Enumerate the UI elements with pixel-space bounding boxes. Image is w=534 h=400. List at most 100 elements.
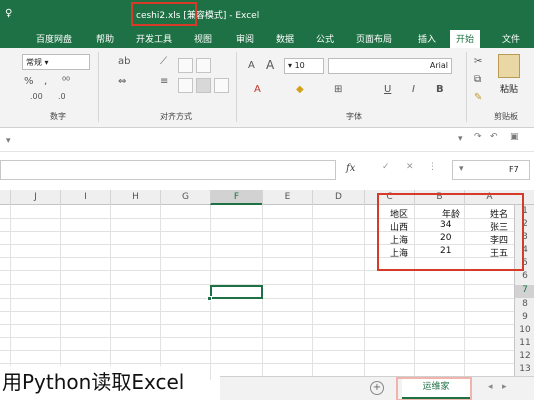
cut-icon[interactable]: ✂ [474,56,482,67]
title-bar: ♀ ceshi2.xls [兼容模式] - Excel [0,0,534,28]
font-name-select[interactable]: Arial [328,58,452,74]
confirm-icon[interactable]: ✓ [382,162,390,172]
group-label-font: 字体 [346,112,362,121]
row-header-6[interactable]: 6 [515,271,534,281]
underline-icon[interactable]: U [384,84,391,95]
paste-label[interactable]: 粘贴 [500,82,518,95]
percent-icon[interactable]: , [44,76,47,87]
tab-data[interactable]: 数据 [276,32,294,45]
cancel-icon[interactable]: ✕ [406,162,414,172]
sheet-tab-bar: + 运维家 ◂ ▸ [220,376,534,400]
font-name-value: Arial [429,61,448,70]
number-format-value: 常规 [26,58,42,67]
comma-style-icon[interactable]: ⁰⁰ [62,76,70,87]
name-box[interactable]: ▾ F7 [452,160,530,180]
group-label-alignment: 对齐方式 [160,112,192,121]
row-header-11[interactable]: 11 [515,338,534,348]
increase-font-icon[interactable]: A [266,58,274,72]
row-header-13[interactable]: 13 [515,364,534,374]
tab-home[interactable]: 开始 [450,30,481,48]
undo-icon[interactable]: ↶ [490,132,498,142]
save-icon[interactable]: ▣ [510,132,519,142]
row-header-8[interactable]: 8 [515,299,534,309]
name-box-dropdown-icon[interactable]: ▾ [459,164,464,174]
font-size-value: 10 [294,61,305,70]
formula-input[interactable] [0,160,336,180]
column-header-i[interactable]: I [60,190,110,205]
align-bottom-button[interactable] [178,78,193,93]
decrease-decimal-icon[interactable]: .0 [58,92,66,101]
customize-icon[interactable]: ▾ [458,134,463,144]
tab-help[interactable]: 帮助 [96,32,114,45]
row-header-10[interactable]: 10 [515,325,534,335]
row-header-12[interactable]: 12 [515,351,534,361]
caption-text: 用Python读取Excel [2,366,189,395]
decrease-font-icon[interactable]: A [248,60,255,71]
fill-handle[interactable] [207,296,212,301]
indent-icon[interactable]: ≡ [160,76,168,87]
fx-icon[interactable]: fx [346,163,355,174]
tab-insert[interactable]: 插入 [418,32,436,45]
tab-review[interactable]: 审阅 [236,32,254,45]
tab-file[interactable]: 文件 [502,32,520,45]
ribbon-tabs: 百度网盘 帮助 开发工具 视图 审阅 数据 公式 页面布局 插入 开始 文件 [0,28,534,48]
increase-decimal-icon[interactable]: .00 [30,92,43,101]
lightbulb-icon[interactable]: ♀ [5,8,12,19]
merge-center-icon[interactable]: ⇔ [118,76,126,87]
grid-line [0,311,514,312]
column-header-d[interactable]: D [312,190,364,205]
ribbon: 常规 ▾ % , ⁰⁰ .00 .0 数字 ab ⇔ ⟋ ≡ 对齐方式 A A … [0,48,534,128]
format-painter-icon[interactable]: ✎ [474,92,482,103]
orientation-icon[interactable]: ⟋ [160,56,167,67]
add-sheet-button[interactable]: + [370,381,384,395]
copy-icon[interactable]: ⧉ [474,74,481,85]
formula-bar: fx ✓ ✕ ⋮ ▾ F7 [0,156,534,184]
tab-formulas[interactable]: 公式 [316,32,334,45]
sheet-nav-left-icon[interactable]: ◂ [488,382,493,392]
tab-developer[interactable]: 开发工具 [136,32,172,45]
title-app: - Excel [229,11,260,21]
tab-baidu-netdisk[interactable]: 百度网盘 [36,32,72,45]
tab-view[interactable]: 视图 [194,32,212,45]
selected-cell-f7[interactable] [210,285,263,299]
font-size-select[interactable]: ▾ 10 [284,58,324,74]
align-top-button[interactable] [214,78,229,93]
grid-line [0,363,514,364]
border-icon[interactable]: ⊞ [334,84,342,95]
group-label-clipboard: 剪贴板 [494,112,518,121]
name-box-value: F7 [509,165,519,174]
number-format-select[interactable]: 常规 ▾ [22,54,90,70]
filename-highlight-box [131,2,197,26]
grid-line [0,324,514,325]
align-center-button[interactable] [196,58,211,73]
currency-icon[interactable]: % [24,76,34,87]
tab-page-layout[interactable]: 页面布局 [356,32,392,45]
row-header-9[interactable]: 9 [515,312,534,322]
column-header-g[interactable]: G [160,190,210,205]
quick-access-row: ▾ ▾ ↷ ↶ ▣ [0,128,534,152]
column-header-e[interactable]: E [262,190,312,205]
italic-icon[interactable]: I [412,84,415,95]
column-header-h[interactable]: H [110,190,160,205]
grid-line [0,350,514,351]
row-header-7[interactable]: 7 [515,285,534,298]
collapse-ribbon-icon[interactable]: ▾ [6,136,11,146]
data-highlight-box [377,193,524,271]
font-color-icon[interactable]: A [254,84,261,95]
sheet-nav-right-icon[interactable]: ▸ [502,382,507,392]
bold-icon[interactable]: B [436,84,444,95]
formula-options-icon[interactable]: ⋮ [428,162,437,172]
column-header-f[interactable]: F [210,190,262,205]
align-right-button[interactable] [178,58,193,73]
ribbon-separator [98,52,99,122]
sheet-highlight-box [396,377,472,400]
column-header-j[interactable]: J [10,190,60,205]
redo-icon[interactable]: ↷ [474,132,482,142]
fill-color-icon[interactable]: ◆ [296,84,304,95]
paste-icon[interactable] [498,54,520,78]
grid-line [0,337,514,338]
wrap-text-icon[interactable]: ab [118,56,130,67]
ribbon-separator [466,52,467,122]
align-middle-button[interactable] [196,78,211,93]
ribbon-separator [236,52,237,122]
